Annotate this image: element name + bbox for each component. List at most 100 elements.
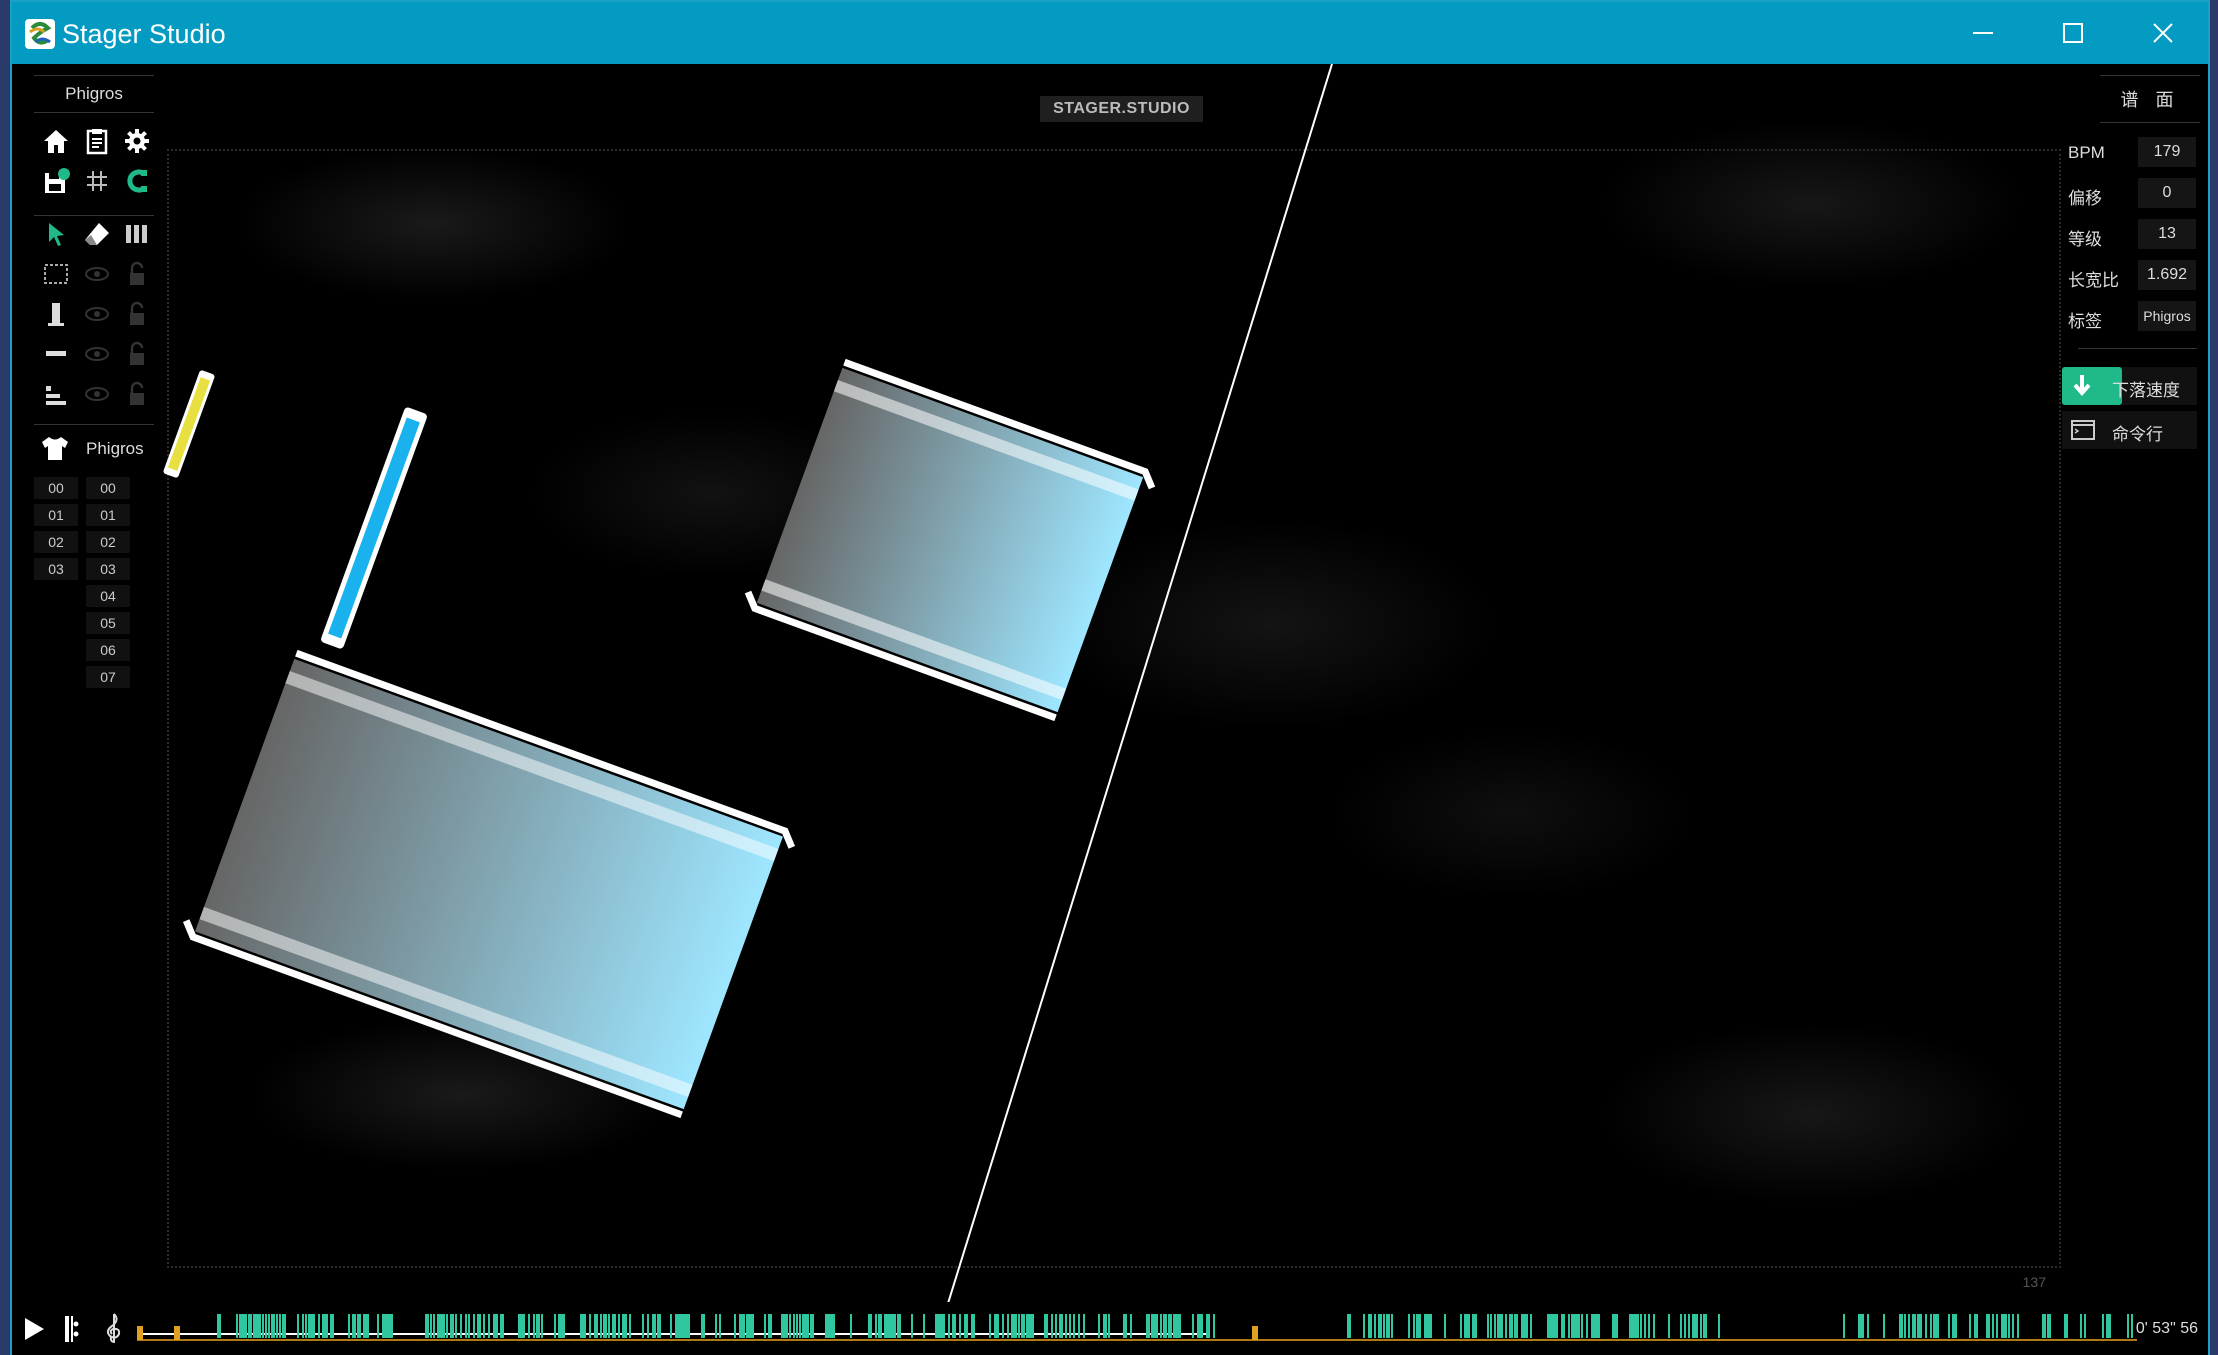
timeline-note-tick [2131, 1314, 2133, 1338]
eye-icon[interactable] [83, 380, 113, 410]
track-layer-icon[interactable] [42, 300, 72, 330]
timeline-note-tick [614, 1314, 616, 1338]
timeline-note-tick [2084, 1314, 2086, 1338]
step-button[interactable] [62, 1314, 88, 1349]
judge-line[interactable] [931, 64, 1333, 1355]
timeline-note-tick [647, 1314, 649, 1338]
timeline-note-tick [1933, 1314, 1935, 1338]
eye-icon[interactable] [83, 340, 113, 370]
left-tool-panel: Phigros Phigros 00 01 02 03 00 01 02 03 … [34, 75, 154, 699]
timeline-note-tick [1015, 1314, 1017, 1338]
timeline-note-tick [1862, 1314, 1864, 1338]
line-index-b0[interactable]: 00 [86, 477, 130, 499]
line-index-b3[interactable]: 03 [86, 558, 130, 580]
timeline-note-tick [870, 1314, 872, 1338]
minimize-button[interactable] [1938, 2, 2028, 64]
skin-selector[interactable]: Phigros [34, 424, 154, 469]
aspect-field[interactable]: 1.692 [2138, 260, 2196, 290]
timeline-note-tick [1644, 1314, 1646, 1338]
line-index-b2[interactable]: 02 [86, 531, 130, 553]
home-icon[interactable] [42, 127, 72, 157]
play-button[interactable] [22, 1316, 46, 1347]
lock-icon[interactable] [123, 300, 153, 330]
clipboard-icon[interactable] [83, 127, 113, 157]
timeline-note-tick [1633, 1314, 1637, 1338]
timeline-track[interactable] [137, 1312, 2137, 1342]
stage-layer-icon[interactable] [42, 260, 72, 290]
line-index-a1[interactable]: 01 [34, 504, 78, 526]
timeline-note-tick [2066, 1314, 2068, 1338]
timeline-note-tick [1526, 1314, 1528, 1338]
line-index-a3[interactable]: 03 [34, 558, 78, 580]
line-index-b7[interactable]: 07 [86, 666, 130, 688]
timeline-note-tick [1347, 1314, 1351, 1338]
timeline-note-tick [538, 1314, 540, 1338]
chart-stage[interactable]: STAGER.STUDIO 137 [12, 64, 2208, 1355]
eye-icon[interactable] [83, 300, 113, 330]
cursor-icon[interactable] [42, 220, 72, 250]
columns-icon[interactable] [123, 220, 153, 250]
hold-note-large[interactable] [182, 649, 796, 1119]
prop-bpm: BPM 179 [2062, 131, 2197, 172]
hold-note-small[interactable] [744, 358, 1157, 722]
title-bar[interactable]: Stager Studio [12, 2, 2208, 64]
timeline-marker[interactable] [174, 1326, 180, 1340]
timeline-note-tick [1386, 1314, 1390, 1338]
timing-layer-icon[interactable] [42, 380, 72, 410]
timeline-note-tick [1464, 1314, 1466, 1338]
metronome-button[interactable] [102, 1312, 126, 1349]
timeline-note-tick [1653, 1314, 1655, 1338]
level-field[interactable]: 13 [2138, 219, 2196, 249]
prop-level: 等级 13 [2062, 213, 2197, 254]
timeline-note-tick [1516, 1314, 1518, 1338]
bpm-field[interactable]: 179 [2138, 137, 2196, 167]
line-index-b1[interactable]: 01 [86, 504, 130, 526]
timeline-note-tick [2109, 1314, 2111, 1338]
line-index-b6[interactable]: 06 [86, 639, 130, 661]
timeline-note-tick [596, 1314, 598, 1338]
line-index-a0[interactable]: 00 [34, 477, 78, 499]
timeline-note-tick [799, 1314, 801, 1338]
timeline-note-tick [741, 1314, 743, 1338]
timeline-note-tick [1208, 1314, 1210, 1338]
fall-speed-button[interactable]: 下落速度 [2062, 367, 2197, 405]
close-button[interactable] [2118, 2, 2208, 64]
timeline-note-tick [793, 1314, 795, 1338]
stage-canvas [163, 64, 1333, 1355]
note-layer-icon[interactable] [42, 340, 72, 370]
timeline-note-tick [2080, 1314, 2082, 1338]
lock-icon[interactable] [123, 380, 153, 410]
yellow-tap-note[interactable] [163, 370, 216, 479]
timeline-note-tick [831, 1314, 833, 1338]
line-index-b4[interactable]: 04 [86, 585, 130, 607]
timeline-note-tick [1374, 1314, 1376, 1338]
line-index-a2[interactable]: 02 [34, 531, 78, 553]
eraser-icon[interactable] [83, 220, 113, 250]
timeline-note-tick [1614, 1314, 1618, 1338]
maximize-button[interactable] [2028, 2, 2118, 64]
lock-icon[interactable] [123, 260, 153, 290]
timeline-note-tick [1867, 1314, 1869, 1338]
line-index-b5[interactable]: 05 [86, 612, 130, 634]
timeline-note-tick [1901, 1314, 1903, 1338]
offset-field[interactable]: 0 [2138, 178, 2196, 208]
timeline-marker[interactable] [137, 1326, 143, 1340]
command-line-button[interactable]: 命令行 [2062, 411, 2197, 449]
eye-icon[interactable] [83, 260, 113, 290]
lock-icon[interactable] [123, 340, 153, 370]
timeline-marker[interactable] [1252, 1326, 1258, 1340]
timeline-note-tick [1576, 1314, 1578, 1338]
timeline-note-tick [1413, 1314, 1415, 1338]
timeline-note-tick [1206, 1314, 1208, 1338]
timeline-note-tick [1648, 1314, 1650, 1338]
gear-icon[interactable] [123, 127, 153, 157]
magnet-icon[interactable] [123, 167, 153, 197]
layer-row-track [34, 296, 154, 336]
timeline-note-tick [1466, 1314, 1468, 1338]
tag-field[interactable]: Phigros [2138, 301, 2196, 331]
blue-tap-note[interactable] [320, 406, 428, 649]
timeline-note-tick [1499, 1314, 1501, 1338]
timeline-note-tick [1125, 1314, 1127, 1338]
grid-icon[interactable] [83, 167, 113, 197]
save-icon[interactable] [42, 167, 72, 197]
